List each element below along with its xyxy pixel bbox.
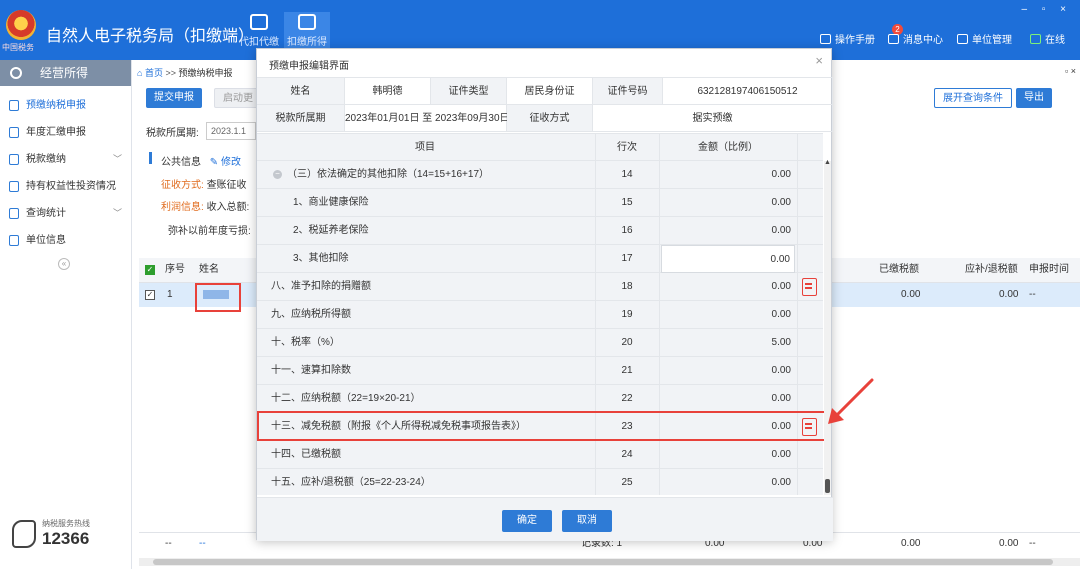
grid-row-17: 3、其他扣除 17 0.00 xyxy=(257,245,823,273)
reduction-row-highlight xyxy=(257,411,831,441)
name-value: 韩明德 xyxy=(345,78,431,105)
tab-withholding[interactable]: 代扣代缴 xyxy=(236,12,282,52)
scroll-up-icon[interactable]: ▲ xyxy=(824,159,831,166)
grid-row-22: 十二、应纳税额（22=19×20-21） 22 0.00 xyxy=(257,385,823,413)
window-controls[interactable]: – ▫ × xyxy=(1021,4,1072,15)
section-marker xyxy=(149,152,152,164)
grid-row-16: 2、税延养老保险 16 0.00 xyxy=(257,217,823,245)
dialog-title: 预缴申报编辑界面 xyxy=(269,61,349,72)
grid-row-19: 九、应纳税所得额 19 0.00 xyxy=(257,301,823,329)
method-value: 据实预缴 xyxy=(593,105,833,132)
grid-row-24: 十四、已缴税额 24 0.00 xyxy=(257,441,823,469)
grid-row-15: 1、商业健康保险 15 0.00 xyxy=(257,189,823,217)
edit-dialog: 预缴申报编辑界面 × 姓名 韩明德 证件类型 居民身份证 证件号码 632128… xyxy=(256,48,833,541)
coins-icon xyxy=(298,14,316,30)
list-icon xyxy=(9,235,19,246)
close-icon[interactable]: × xyxy=(815,53,823,68)
tax-emblem-icon xyxy=(6,10,36,40)
grid-row-21: 十一、速算扣除数 21 0.00 xyxy=(257,357,823,385)
edit-link[interactable]: ✎ 修改 xyxy=(210,157,241,168)
idtype-value: 居民身份证 xyxy=(507,78,593,105)
scroll-thumb[interactable] xyxy=(825,479,830,493)
app-title: 自然人电子税务局（扣缴端） xyxy=(46,28,255,45)
collect-method-line: 征收方式: 查账征收 xyxy=(161,180,247,191)
name-highlight-box xyxy=(195,283,241,312)
sidebar: 经营所得 预缴纳税申报 年度汇缴申报 税款缴纳 ﹀ 持有权益性投资情况 查询统计 ﹀… xyxy=(0,60,132,569)
breadcrumb-page: 预缴纳税申报 xyxy=(178,68,233,78)
sidebar-item-annual[interactable]: 年度汇缴申报 xyxy=(0,119,131,146)
vertical-scrollbar[interactable]: ▲ xyxy=(824,159,831,495)
breadcrumb: ⌂ 首页 >> 预缴纳税申报 xyxy=(137,68,233,78)
edit-form-icon[interactable] xyxy=(802,278,817,296)
manual-link[interactable]: 操作手册 xyxy=(820,31,875,46)
row-checkbox[interactable]: ✓ xyxy=(145,290,155,300)
dialog-footer: 确定 取消 xyxy=(257,497,833,541)
business-icon xyxy=(10,67,22,79)
public-info-heading: 公共信息 ✎ 修改 xyxy=(161,157,241,168)
chart-icon xyxy=(9,208,19,219)
online-status[interactable]: 在线 xyxy=(1030,31,1065,46)
payment-icon xyxy=(9,154,19,165)
sidebar-item-equity[interactable]: 持有权益性投资情况 xyxy=(0,173,131,200)
sidebar-head: 经营所得 xyxy=(0,60,131,86)
book-icon xyxy=(820,34,831,44)
chat-icon xyxy=(1030,34,1041,44)
export-button[interactable]: 导出 xyxy=(1016,88,1052,108)
chevron-down-icon: ﹀ xyxy=(112,154,122,164)
submit-declaration-button[interactable]: 提交申报 xyxy=(146,88,202,108)
loss-line: 弥补以前年度亏损: xyxy=(168,226,251,237)
folder-icon xyxy=(9,181,19,192)
page-controls[interactable]: ▫ × xyxy=(1065,66,1076,76)
grid-row-18: 八、准予扣除的捐赠额 18 0.00 xyxy=(257,273,823,301)
wallet-icon xyxy=(250,14,268,30)
idno-value: 632128197406150512 xyxy=(663,78,833,105)
emblem-caption: 中国税务 xyxy=(2,43,34,52)
taxpayer-info: 姓名 韩明德 证件类型 居民身份证 证件号码 63212819740615051… xyxy=(257,77,833,132)
other-deduction-input[interactable]: 0.00 xyxy=(661,245,795,273)
annotation-arrow-icon xyxy=(828,378,874,424)
sidebar-item-prepay[interactable]: 预缴纳税申报 xyxy=(0,92,131,119)
tab-business-income[interactable]: 扣缴所得 xyxy=(284,12,330,52)
home-icon: ⌂ xyxy=(137,68,143,78)
confirm-button[interactable]: 确定 xyxy=(502,510,552,532)
grid-row-25: 十五、应补/退税额（25=22-23-24） 25 0.00 xyxy=(257,469,823,495)
scroll-thumb[interactable] xyxy=(153,559,1053,565)
grid-row-14: − （三）依法确定的其他扣除（14=15+16+17） 14 0.00 xyxy=(257,161,823,189)
hotline-logo-icon xyxy=(12,520,36,548)
collapse-sidebar-icon[interactable]: « xyxy=(58,258,70,270)
horizontal-scrollbar[interactable] xyxy=(139,558,1080,566)
select-all-checkbox[interactable]: ✓ xyxy=(145,265,155,275)
sidebar-item-unit-info[interactable]: 单位信息 xyxy=(0,227,131,254)
start-button[interactable]: 启动更 xyxy=(214,88,262,108)
period-value: 2023年01月01日 至 2023年09月30日 xyxy=(345,105,510,132)
profit-info-line: 利润信息: 收入总额: xyxy=(161,202,250,213)
mail-icon xyxy=(888,34,899,44)
chevron-down-icon: ﹀ xyxy=(112,208,122,218)
building-icon xyxy=(957,34,968,44)
document-icon xyxy=(9,100,19,111)
grid-header: 项目 行次 金额（比例） xyxy=(257,134,823,161)
grid-row-20: 十、税率（%） 20 5.00 xyxy=(257,329,823,357)
sidebar-item-query[interactable]: 查询统计 ﹀ xyxy=(0,200,131,227)
period-input[interactable]: 2023.1.1 xyxy=(206,122,256,140)
collapse-row-icon[interactable]: − xyxy=(273,170,282,179)
sidebar-item-payment[interactable]: 税款缴纳 ﹀ xyxy=(0,146,131,173)
cancel-button[interactable]: 取消 xyxy=(562,510,612,532)
expand-query-button[interactable]: 展开查询条件 xyxy=(934,88,1012,108)
calendar-icon xyxy=(9,127,19,138)
period-label: 税款所属期: xyxy=(146,128,199,139)
message-center-link[interactable]: 消息中心 xyxy=(888,31,943,46)
unit-management-link[interactable]: 单位管理 xyxy=(957,31,1012,46)
breadcrumb-home[interactable]: 首页 xyxy=(145,68,163,78)
